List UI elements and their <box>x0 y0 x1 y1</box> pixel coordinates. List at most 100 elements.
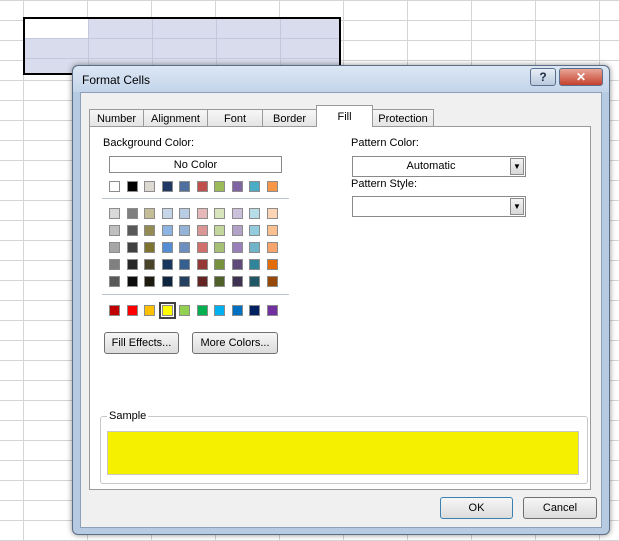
theme-colors-row <box>109 181 284 192</box>
color-swatch[interactable] <box>161 181 173 192</box>
color-swatch[interactable] <box>231 181 243 192</box>
palette-separator <box>102 294 289 295</box>
sample-group: Sample <box>100 410 588 484</box>
color-swatch[interactable] <box>231 225 243 236</box>
color-swatch[interactable] <box>126 225 138 236</box>
color-swatch[interactable] <box>161 225 173 236</box>
tab-border[interactable]: Border <box>262 109 317 127</box>
cancel-button[interactable]: Cancel <box>523 497 597 519</box>
color-swatch[interactable] <box>231 259 243 270</box>
color-swatch[interactable] <box>109 225 120 236</box>
color-swatch[interactable] <box>144 225 155 236</box>
shade-colors-row <box>109 208 284 219</box>
color-swatch[interactable] <box>144 181 155 192</box>
shade-colors-row <box>109 276 284 287</box>
color-swatch[interactable] <box>126 208 138 219</box>
color-swatch[interactable] <box>231 276 243 287</box>
color-swatch[interactable] <box>249 225 260 236</box>
color-swatch[interactable] <box>158 302 176 319</box>
color-swatch[interactable] <box>196 242 208 253</box>
color-swatch[interactable] <box>249 181 260 192</box>
color-swatch[interactable] <box>231 208 243 219</box>
tab-protection[interactable]: Protection <box>372 109 434 127</box>
pattern-style-dropdown[interactable]: ▼ <box>352 196 526 217</box>
color-swatch[interactable] <box>126 259 138 270</box>
pattern-color-value: Automatic <box>406 160 456 172</box>
color-swatch[interactable] <box>109 208 120 219</box>
dialog-title: Format Cells <box>82 73 151 87</box>
color-swatch[interactable] <box>266 276 278 287</box>
color-swatch[interactable] <box>249 276 260 287</box>
color-swatch[interactable] <box>144 242 155 253</box>
color-swatch[interactable] <box>126 181 138 192</box>
chevron-down-icon[interactable]: ▼ <box>510 158 524 175</box>
dialog-titlebar[interactable]: Format Cells ? ✕ <box>73 66 609 92</box>
color-swatch[interactable] <box>179 225 190 236</box>
color-swatch[interactable] <box>196 225 208 236</box>
ok-button[interactable]: OK <box>440 497 513 519</box>
color-swatch[interactable] <box>249 242 260 253</box>
color-swatch[interactable] <box>196 208 208 219</box>
color-swatch[interactable] <box>214 305 225 316</box>
color-swatch[interactable] <box>214 242 225 253</box>
color-swatch[interactable] <box>109 305 120 316</box>
color-swatch[interactable] <box>109 242 120 253</box>
color-swatch[interactable] <box>214 225 225 236</box>
fill-effects-button[interactable]: Fill Effects... <box>104 332 179 354</box>
no-color-button[interactable]: No Color <box>109 156 282 173</box>
color-swatch[interactable] <box>214 208 225 219</box>
color-swatch[interactable] <box>214 259 225 270</box>
color-swatch[interactable] <box>179 259 190 270</box>
color-swatch[interactable] <box>266 242 278 253</box>
tab-fill[interactable]: Fill <box>316 105 373 127</box>
color-swatch[interactable] <box>144 276 155 287</box>
shade-colors-row <box>109 242 284 253</box>
color-swatch[interactable] <box>266 305 278 316</box>
color-swatch[interactable] <box>249 208 260 219</box>
color-swatch[interactable] <box>249 305 260 316</box>
standard-colors-row <box>109 302 284 319</box>
pattern-color-dropdown[interactable]: Automatic ▼ <box>352 156 526 177</box>
color-swatch[interactable] <box>266 181 278 192</box>
color-swatch[interactable] <box>196 181 208 192</box>
fill-tab-panel: Background Color: No Color Fill Effects.… <box>89 126 591 490</box>
color-swatch[interactable] <box>161 242 173 253</box>
color-swatch[interactable] <box>161 259 173 270</box>
color-swatch[interactable] <box>179 305 190 316</box>
more-colors-button[interactable]: More Colors... <box>192 332 278 354</box>
color-swatch[interactable] <box>144 259 155 270</box>
color-swatch[interactable] <box>266 208 278 219</box>
active-cell[interactable] <box>25 19 88 38</box>
color-swatch[interactable] <box>196 305 208 316</box>
color-swatch[interactable] <box>161 276 173 287</box>
color-swatch[interactable] <box>196 259 208 270</box>
chevron-down-icon[interactable]: ▼ <box>510 198 524 215</box>
color-swatch[interactable] <box>161 208 173 219</box>
color-swatch[interactable] <box>214 181 225 192</box>
color-swatch[interactable] <box>231 305 243 316</box>
color-swatch[interactable] <box>126 276 138 287</box>
color-swatch[interactable] <box>179 208 190 219</box>
shade-colors-row <box>109 225 284 236</box>
color-swatch[interactable] <box>109 276 120 287</box>
color-swatch[interactable] <box>109 181 120 192</box>
color-swatch[interactable] <box>126 242 138 253</box>
color-swatch[interactable] <box>109 259 120 270</box>
close-button[interactable]: ✕ <box>559 68 603 86</box>
color-swatch[interactable] <box>196 276 208 287</box>
tab-alignment[interactable]: Alignment <box>143 109 208 127</box>
color-swatch[interactable] <box>126 305 138 316</box>
tab-number[interactable]: Number <box>89 109 144 127</box>
color-swatch[interactable] <box>179 181 190 192</box>
color-swatch[interactable] <box>179 242 190 253</box>
color-swatch[interactable] <box>266 259 278 270</box>
color-swatch[interactable] <box>214 276 225 287</box>
color-swatch[interactable] <box>144 208 155 219</box>
help-button[interactable]: ? <box>530 68 556 86</box>
color-swatch[interactable] <box>266 225 278 236</box>
color-swatch[interactable] <box>144 305 155 316</box>
color-swatch[interactable] <box>179 276 190 287</box>
color-swatch[interactable] <box>231 242 243 253</box>
tab-font[interactable]: Font <box>207 109 263 127</box>
color-swatch[interactable] <box>249 259 260 270</box>
